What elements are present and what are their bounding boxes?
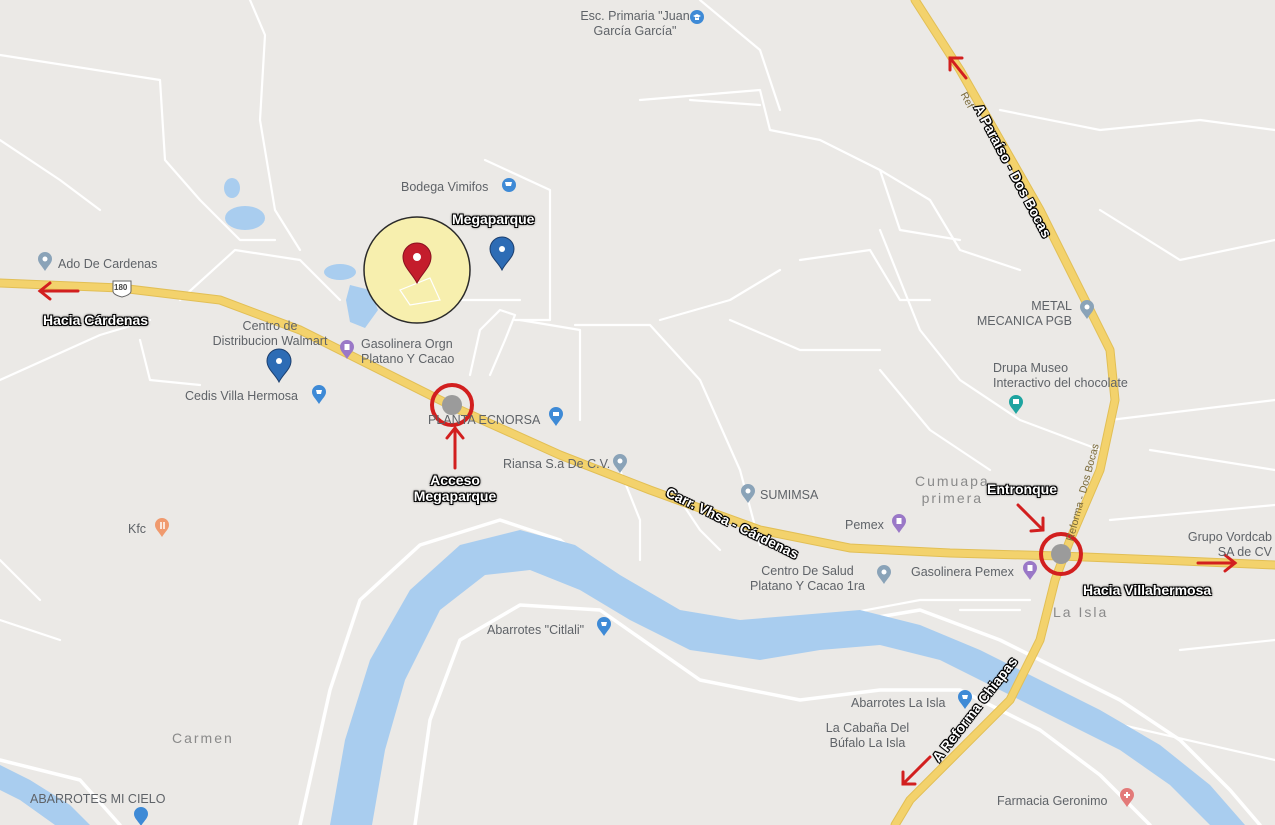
poi-riansa[interactable]: Riansa S.a De C.V.	[503, 457, 610, 472]
shopping-cart-icon	[502, 178, 516, 192]
poi-abarrotes-la-isla[interactable]: Abarrotes La Isla	[851, 696, 946, 711]
shopping-cart-icon	[134, 807, 148, 825]
shopping-cart-icon	[597, 617, 611, 636]
megaparque-blue-marker-icon[interactable]	[489, 236, 515, 272]
location-pin-icon	[877, 565, 891, 584]
red-arrows	[37, 56, 1238, 786]
poi-abarrotes-citlali[interactable]: Abarrotes "Citlali"	[487, 623, 584, 638]
major-roads	[0, 0, 1275, 825]
poi-gasolinera-orgn[interactable]: Gasolinera Orgn Platano Y Cacao	[361, 337, 454, 367]
place-cumuapa: Cumuapa primera	[915, 473, 990, 506]
highway-shield-label: 180	[114, 283, 128, 292]
annotation-hacia-cardenas: Hacia Cárdenas	[43, 312, 149, 328]
arrow-up-acceso-icon	[445, 425, 465, 470]
annotation-hacia-villahermosa: Hacia Villahermosa	[1083, 582, 1212, 598]
poi-drupa-museo[interactable]: Drupa Museo Interactivo del chocolate	[993, 361, 1128, 391]
poi-sumimsa[interactable]: SUMIMSA	[760, 488, 818, 503]
poi-cedis[interactable]: Cedis Villa Hermosa	[185, 389, 298, 404]
store-icon	[549, 407, 563, 426]
gas-station-icon	[1023, 561, 1037, 580]
location-pin-icon	[613, 454, 627, 473]
poi-abarrotes-mi-cielo[interactable]: ABARROTES MI CIELO	[30, 792, 165, 807]
place-la-isla: La Isla	[1053, 604, 1109, 620]
poi-grupo-vordcab[interactable]: Grupo Vordcab SA de CV	[1150, 530, 1272, 560]
arrow-entronque-icon	[1016, 503, 1045, 533]
poi-planta[interactable]: PLANTA ECNORSA	[428, 413, 540, 428]
poi-metal-mecanica[interactable]: METAL MECANICA PGB	[960, 299, 1072, 329]
museum-icon	[1009, 395, 1023, 414]
poi-bodega[interactable]: Bodega Vimifos	[401, 180, 488, 195]
poi-pemex[interactable]: Pemex	[845, 518, 884, 533]
gas-station-icon	[892, 514, 906, 533]
place-carmen: Carmen	[172, 730, 234, 746]
riverside-roads	[0, 518, 1262, 825]
pharmacy-icon	[1120, 788, 1134, 807]
location-pin-icon	[741, 484, 755, 503]
annotation-entronque: Entronque	[987, 481, 1057, 497]
poi-gasolinera-pemex[interactable]: Gasolinera Pemex	[911, 565, 1014, 580]
poi-farmacia[interactable]: Farmacia Geronimo	[997, 794, 1107, 809]
map-canvas[interactable]: 180 Esc. Primaria "Juan García García" B…	[0, 0, 1275, 825]
annotation-megaparque: Megaparque	[452, 211, 535, 227]
map-base-layer	[0, 0, 1275, 825]
poi-ado[interactable]: Ado De Cardenas	[58, 257, 157, 272]
poi-kfc[interactable]: Kfc	[128, 522, 146, 537]
cedis-blue-marker-icon[interactable]	[266, 348, 292, 384]
restaurant-icon	[155, 518, 169, 537]
poi-centro-salud[interactable]: Centro De Salud Platano Y Cacao 1ra	[740, 564, 875, 594]
poi-centro-walmart[interactable]: Centro de Distribucion Walmart	[160, 319, 380, 349]
location-pin-icon	[38, 252, 52, 271]
shopping-cart-icon	[312, 385, 326, 404]
poi-esc-primaria[interactable]: Esc. Primaria "Juan García García"	[560, 9, 710, 39]
poi-cabana-bufalo[interactable]: La Cabaña Del Búfalo La Isla	[815, 721, 920, 751]
annotation-acceso-megaparque: Acceso Megaparque	[413, 472, 497, 504]
